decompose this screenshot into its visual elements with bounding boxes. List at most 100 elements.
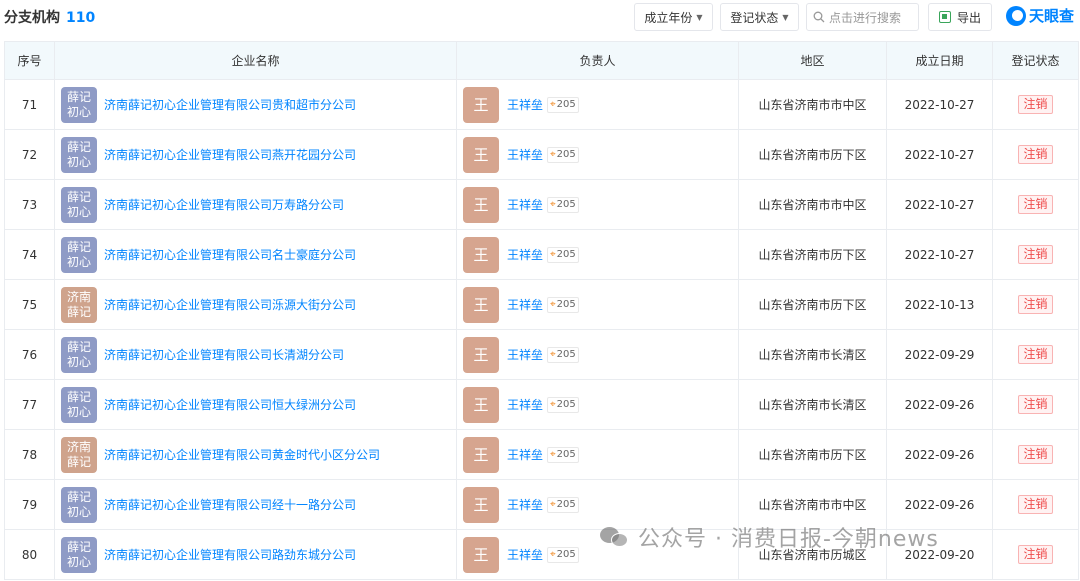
company-logo-text: 济南薛记: [66, 289, 91, 319]
company-relation-icon: ⌖: [550, 349, 556, 360]
col-header-status: 登记状态: [992, 41, 1079, 80]
person-name-link[interactable]: 王祥垒: [507, 546, 543, 563]
company-name-link[interactable]: 济南薛记初心企业管理有限公司长清湖分公司: [104, 346, 344, 363]
company-logo: 薛记初心: [61, 536, 97, 573]
related-company-badge[interactable]: ⌖ 205: [547, 446, 579, 463]
company-name-link[interactable]: 济南薛记初心企业管理有限公司泺源大街分公司: [104, 296, 356, 313]
company-name-link[interactable]: 济南薛记初心企业管理有限公司恒大绿洲分公司: [104, 396, 356, 413]
export-label: 导出: [956, 10, 981, 25]
row-index: 72: [4, 129, 55, 180]
table-row: 76 薛记初心 济南薛记初心企业管理有限公司长清湖分公司王王祥垒 ⌖ 205 山东省济南市…: [4, 329, 1079, 380]
company-cell: 济南薛记 济南薛记初心企业管理有限公司泺源大街分公司: [54, 279, 457, 330]
person-name-link[interactable]: 王祥垒: [507, 296, 543, 313]
related-company-badge[interactable]: ⌖ 205: [547, 146, 579, 163]
related-company-badge[interactable]: ⌖ 205: [547, 246, 579, 263]
region-cell: 山东省济南市历下区: [738, 279, 887, 330]
page-title-text: 分支机构: [4, 10, 60, 26]
related-company-badge[interactable]: ⌖ 205: [547, 96, 579, 113]
avatar: 王: [463, 136, 499, 173]
person-name-link[interactable]: 王祥垒: [507, 496, 543, 513]
col-header-region: 地区: [738, 41, 887, 80]
company-relation-icon: ⌖: [550, 549, 556, 560]
company-logo-text: 薛记初心: [66, 239, 91, 269]
date-cell: 2022-10-27: [886, 79, 993, 130]
caret-down-icon: ▼: [782, 12, 789, 22]
status-filter-label: 登记状态: [730, 10, 779, 25]
company-cell: 薛记初心 济南薛记初心企业管理有限公司经十一路分公司: [54, 479, 457, 530]
year-filter-dropdown[interactable]: 成立年份 ▼: [634, 3, 713, 31]
company-logo: 薛记初心: [61, 336, 97, 373]
related-company-badge[interactable]: ⌖ 205: [547, 296, 579, 313]
status-cell: 注销: [992, 179, 1079, 230]
person-name-link[interactable]: 王祥垒: [507, 446, 543, 463]
person-name-link[interactable]: 王祥垒: [507, 96, 543, 113]
excel-icon: [938, 11, 951, 23]
company-name-link[interactable]: 济南薛记初心企业管理有限公司万寿路分公司: [104, 196, 344, 213]
status-cell: 注销: [992, 279, 1079, 330]
company-name-link[interactable]: 济南薛记初心企业管理有限公司名士豪庭分公司: [104, 246, 356, 263]
row-index: 71: [4, 79, 55, 130]
col-header-company: 企业名称: [54, 41, 457, 80]
date-cell: 2022-10-13: [886, 279, 993, 330]
company-cell: 薛记初心 济南薛记初心企业管理有限公司贵和超市分公司: [54, 79, 457, 130]
company-name-link[interactable]: 济南薛记初心企业管理有限公司经十一路分公司: [104, 496, 356, 513]
person-cell: 王王祥垒 ⌖ 205: [456, 329, 739, 380]
related-company-count: 205: [556, 399, 576, 410]
person-cell: 王王祥垒 ⌖ 205: [456, 179, 739, 230]
company-logo: 薛记初心: [61, 186, 97, 223]
region-cell: 山东省济南市长清区: [738, 379, 887, 430]
related-company-badge[interactable]: ⌖ 205: [547, 546, 579, 563]
avatar: 王: [463, 86, 499, 123]
year-filter-label: 成立年份: [644, 10, 693, 25]
status-badge: 注销: [1018, 395, 1053, 414]
related-company-badge[interactable]: ⌖ 205: [547, 196, 579, 213]
related-company-badge[interactable]: ⌖ 205: [547, 496, 579, 513]
company-logo: 济南薛记: [61, 286, 97, 323]
region-cell: 山东省济南市历下区: [738, 129, 887, 180]
person-name-link[interactable]: 王祥垒: [507, 146, 543, 163]
date-cell: 2022-09-26: [886, 379, 993, 430]
date-cell: 2022-09-29: [886, 329, 993, 380]
tianyancha-logo-icon: [1006, 5, 1026, 26]
related-company-badge[interactable]: ⌖ 205: [547, 396, 579, 413]
branch-table: 序号 企业名称 负责人 地区 成立日期 登记状态 71 薛记初心 济南薛记初心企业管…: [4, 41, 1079, 580]
company-relation-icon: ⌖: [550, 499, 556, 510]
status-cell: 注销: [992, 479, 1079, 530]
company-logo: 薛记初心: [61, 386, 97, 423]
row-index: 76: [4, 329, 55, 380]
person-cell: 王王祥垒 ⌖ 205: [456, 79, 739, 130]
related-company-count: 205: [556, 349, 576, 360]
table-row: 72 薛记初心 济南薛记初心企业管理有限公司燕开花园分公司王王祥垒 ⌖ 205 山东省济南…: [4, 129, 1079, 180]
person-name-link[interactable]: 王祥垒: [507, 196, 543, 213]
company-name-link[interactable]: 济南薛记初心企业管理有限公司贵和超市分公司: [104, 96, 356, 113]
company-name-link[interactable]: 济南薛记初心企业管理有限公司路劲东城分公司: [104, 546, 356, 563]
status-badge: 注销: [1018, 295, 1053, 314]
table-header-row: 序号 企业名称 负责人 地区 成立日期 登记状态: [4, 41, 1079, 80]
brand-name: 天眼查: [1029, 7, 1075, 25]
company-name-link[interactable]: 济南薛记初心企业管理有限公司燕开花园分公司: [104, 146, 356, 163]
avatar: 王: [463, 486, 499, 523]
person-cell: 王王祥垒 ⌖ 205: [456, 229, 739, 280]
company-logo: 济南薛记: [61, 436, 97, 473]
row-index: 78: [4, 429, 55, 480]
person-name-link[interactable]: 王祥垒: [507, 246, 543, 263]
status-badge: 注销: [1018, 545, 1053, 564]
status-filter-dropdown[interactable]: 登记状态 ▼: [720, 3, 799, 31]
related-company-badge[interactable]: ⌖ 205: [547, 346, 579, 363]
person-cell: 王王祥垒 ⌖ 205: [456, 129, 739, 180]
company-cell: 薛记初心 济南薛记初心企业管理有限公司名士豪庭分公司: [54, 229, 457, 280]
export-button[interactable]: 导出: [928, 3, 992, 31]
region-cell: 山东省济南市长清区: [738, 329, 887, 380]
row-index: 73: [4, 179, 55, 230]
company-name-link[interactable]: 济南薛记初心企业管理有限公司黄金时代小区分公司: [104, 446, 380, 463]
person-name-link[interactable]: 王祥垒: [507, 396, 543, 413]
table-row: 77 薛记初心 济南薛记初心企业管理有限公司恒大绿洲分公司王王祥垒 ⌖ 205 山东省济南…: [4, 379, 1079, 430]
company-logo: 薛记初心: [61, 136, 97, 173]
company-logo-text: 薛记初心: [66, 89, 91, 119]
search-icon: [813, 11, 825, 23]
row-index: 74: [4, 229, 55, 280]
brand-logo[interactable]: 天眼查: [1006, 5, 1074, 26]
person-name-link[interactable]: 王祥垒: [507, 346, 543, 363]
search-input[interactable]: 点击进行搜索: [806, 3, 919, 31]
company-cell: 济南薛记 济南薛记初心企业管理有限公司黄金时代小区分公司: [54, 429, 457, 480]
